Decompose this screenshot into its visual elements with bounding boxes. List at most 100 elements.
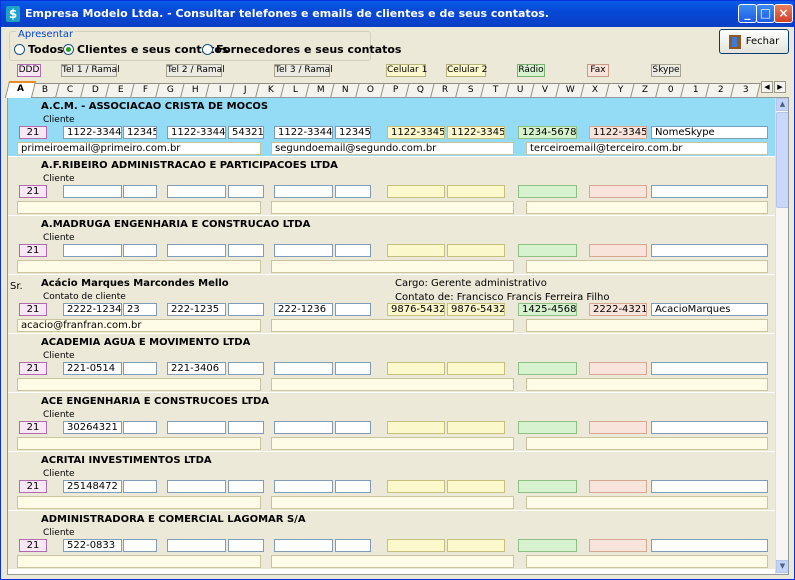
record-row[interactable]: Sr. Acácio Marques Marcondes Mello Contato… [8, 275, 775, 334]
field-email2[interactable] [271, 496, 514, 509]
vertical-scrollbar[interactable]: ▲ ▼ [775, 98, 788, 574]
field-ramal2[interactable]: 54321 [228, 126, 264, 139]
field-email1[interactable] [17, 260, 261, 273]
record-row[interactable]: ACADEMIA AGUA E MOVIMENTO LTDA Cliente 21 2… [8, 334, 775, 393]
field-fax[interactable] [589, 421, 647, 434]
record-row[interactable]: ACE ENGENHARIA E CONSTRUCOES LTDA Cliente… [8, 393, 775, 452]
field-ramal3[interactable] [335, 303, 371, 316]
radio-todos-dot[interactable] [14, 44, 25, 55]
field-cel2[interactable]: 9876-5432 [447, 303, 505, 316]
field-ramal1[interactable] [123, 421, 157, 434]
field-ramal3[interactable] [335, 244, 371, 257]
field-ramal1[interactable] [123, 362, 157, 375]
radio-clientes-dot[interactable] [63, 44, 74, 55]
field-tel1[interactable] [63, 185, 122, 198]
field-tel3[interactable] [274, 185, 333, 198]
field-email2[interactable]: segundoemail@segundo.com.br [271, 142, 514, 155]
field-fax[interactable] [589, 362, 647, 375]
field-tel3[interactable] [274, 480, 333, 493]
field-email2[interactable] [271, 201, 514, 214]
field-tel3[interactable] [274, 244, 333, 257]
field-ramal1[interactable]: 12345 [123, 126, 157, 139]
field-ramal3[interactable] [335, 539, 371, 552]
field-fax[interactable]: 1122-3345 [589, 126, 647, 139]
field-skype[interactable]: NomeSkype [651, 126, 768, 139]
field-ramal1[interactable] [123, 244, 157, 257]
minimize-button[interactable]: _ [738, 4, 757, 23]
field-email2[interactable] [271, 378, 514, 391]
field-tel3[interactable] [274, 421, 333, 434]
field-tel2[interactable] [167, 244, 226, 257]
field-fax[interactable] [589, 539, 647, 552]
field-radio[interactable] [518, 185, 577, 198]
field-email2[interactable] [271, 437, 514, 450]
field-tel2[interactable]: 1122-3344 [167, 126, 226, 139]
field-ddd[interactable]: 21 [19, 185, 47, 198]
field-ramal1[interactable] [123, 539, 157, 552]
field-radio[interactable] [518, 362, 577, 375]
field-cel1[interactable] [387, 421, 445, 434]
radio-fornecedores-dot[interactable] [202, 44, 213, 55]
field-email3[interactable] [526, 496, 768, 509]
field-fax[interactable] [589, 480, 647, 493]
field-email2[interactable] [271, 260, 514, 273]
field-ddd[interactable]: 21 [19, 303, 47, 316]
field-email1[interactable]: primeiroemail@primeiro.com.br [17, 142, 261, 155]
field-email3[interactable] [526, 201, 768, 214]
field-ramal2[interactable] [228, 244, 264, 257]
field-ramal1[interactable]: 23 [123, 303, 157, 316]
title-bar[interactable]: $ Empresa Modelo Ltda. - Consultar telef… [1, 1, 794, 27]
field-email1[interactable] [17, 378, 261, 391]
field-cel1[interactable] [387, 362, 445, 375]
field-cel2[interactable]: 1122-3345 [447, 126, 505, 139]
field-cel2[interactable] [447, 244, 505, 257]
field-email1[interactable]: acacio@franfran.com.br [17, 319, 261, 332]
field-ddd[interactable]: 21 [19, 126, 47, 139]
field-skype[interactable] [651, 244, 768, 257]
field-tel2[interactable] [167, 421, 226, 434]
field-tel3[interactable]: 222-1236 [274, 303, 333, 316]
field-ramal3[interactable] [335, 185, 371, 198]
field-email3[interactable] [526, 260, 768, 273]
field-tel1[interactable]: 221-0514 [63, 362, 122, 375]
field-email3[interactable] [526, 437, 768, 450]
field-email3[interactable] [526, 319, 768, 332]
field-tel1[interactable] [63, 244, 122, 257]
field-ramal2[interactable] [228, 185, 264, 198]
field-email2[interactable] [271, 319, 514, 332]
field-tel3[interactable] [274, 539, 333, 552]
field-tel2[interactable] [167, 539, 226, 552]
field-ddd[interactable]: 21 [19, 362, 47, 375]
field-ramal1[interactable] [123, 480, 157, 493]
radio-fornecedores[interactable]: Fornecedores e seus contatos [202, 43, 401, 56]
field-ddd[interactable]: 21 [19, 480, 47, 493]
scroll-thumb[interactable] [776, 112, 788, 208]
field-ramal2[interactable] [228, 480, 264, 493]
tab-scroll-right[interactable]: ▶ [774, 81, 786, 93]
field-tel3[interactable]: 1122-3344 [274, 126, 333, 139]
field-skype[interactable] [651, 362, 768, 375]
field-radio[interactable]: 1425-4568 [518, 303, 577, 316]
field-cel1[interactable]: 9876-5432 [387, 303, 445, 316]
field-ddd[interactable]: 21 [19, 421, 47, 434]
field-skype[interactable] [651, 480, 768, 493]
field-ramal3[interactable] [335, 480, 371, 493]
field-ramal3[interactable] [335, 421, 371, 434]
field-cel2[interactable] [447, 480, 505, 493]
field-email1[interactable] [17, 437, 261, 450]
field-radio[interactable] [518, 244, 577, 257]
tab-3[interactable]: 3 [730, 83, 761, 97]
field-email3[interactable] [526, 555, 768, 568]
maximize-button[interactable]: □ [756, 4, 775, 23]
close-window-button[interactable]: × [774, 4, 793, 23]
field-cel1[interactable] [387, 539, 445, 552]
field-cel1[interactable] [387, 244, 445, 257]
field-cel2[interactable] [447, 539, 505, 552]
field-ramal2[interactable] [228, 303, 264, 316]
record-row[interactable]: ADMINISTRADORA E COMERCIAL LAGOMAR S/A Cl… [8, 511, 775, 570]
field-tel1[interactable]: 2222-1234 [63, 303, 122, 316]
field-skype[interactable] [651, 421, 768, 434]
field-ramal2[interactable] [228, 362, 264, 375]
field-tel2[interactable] [167, 185, 226, 198]
field-tel3[interactable] [274, 362, 333, 375]
